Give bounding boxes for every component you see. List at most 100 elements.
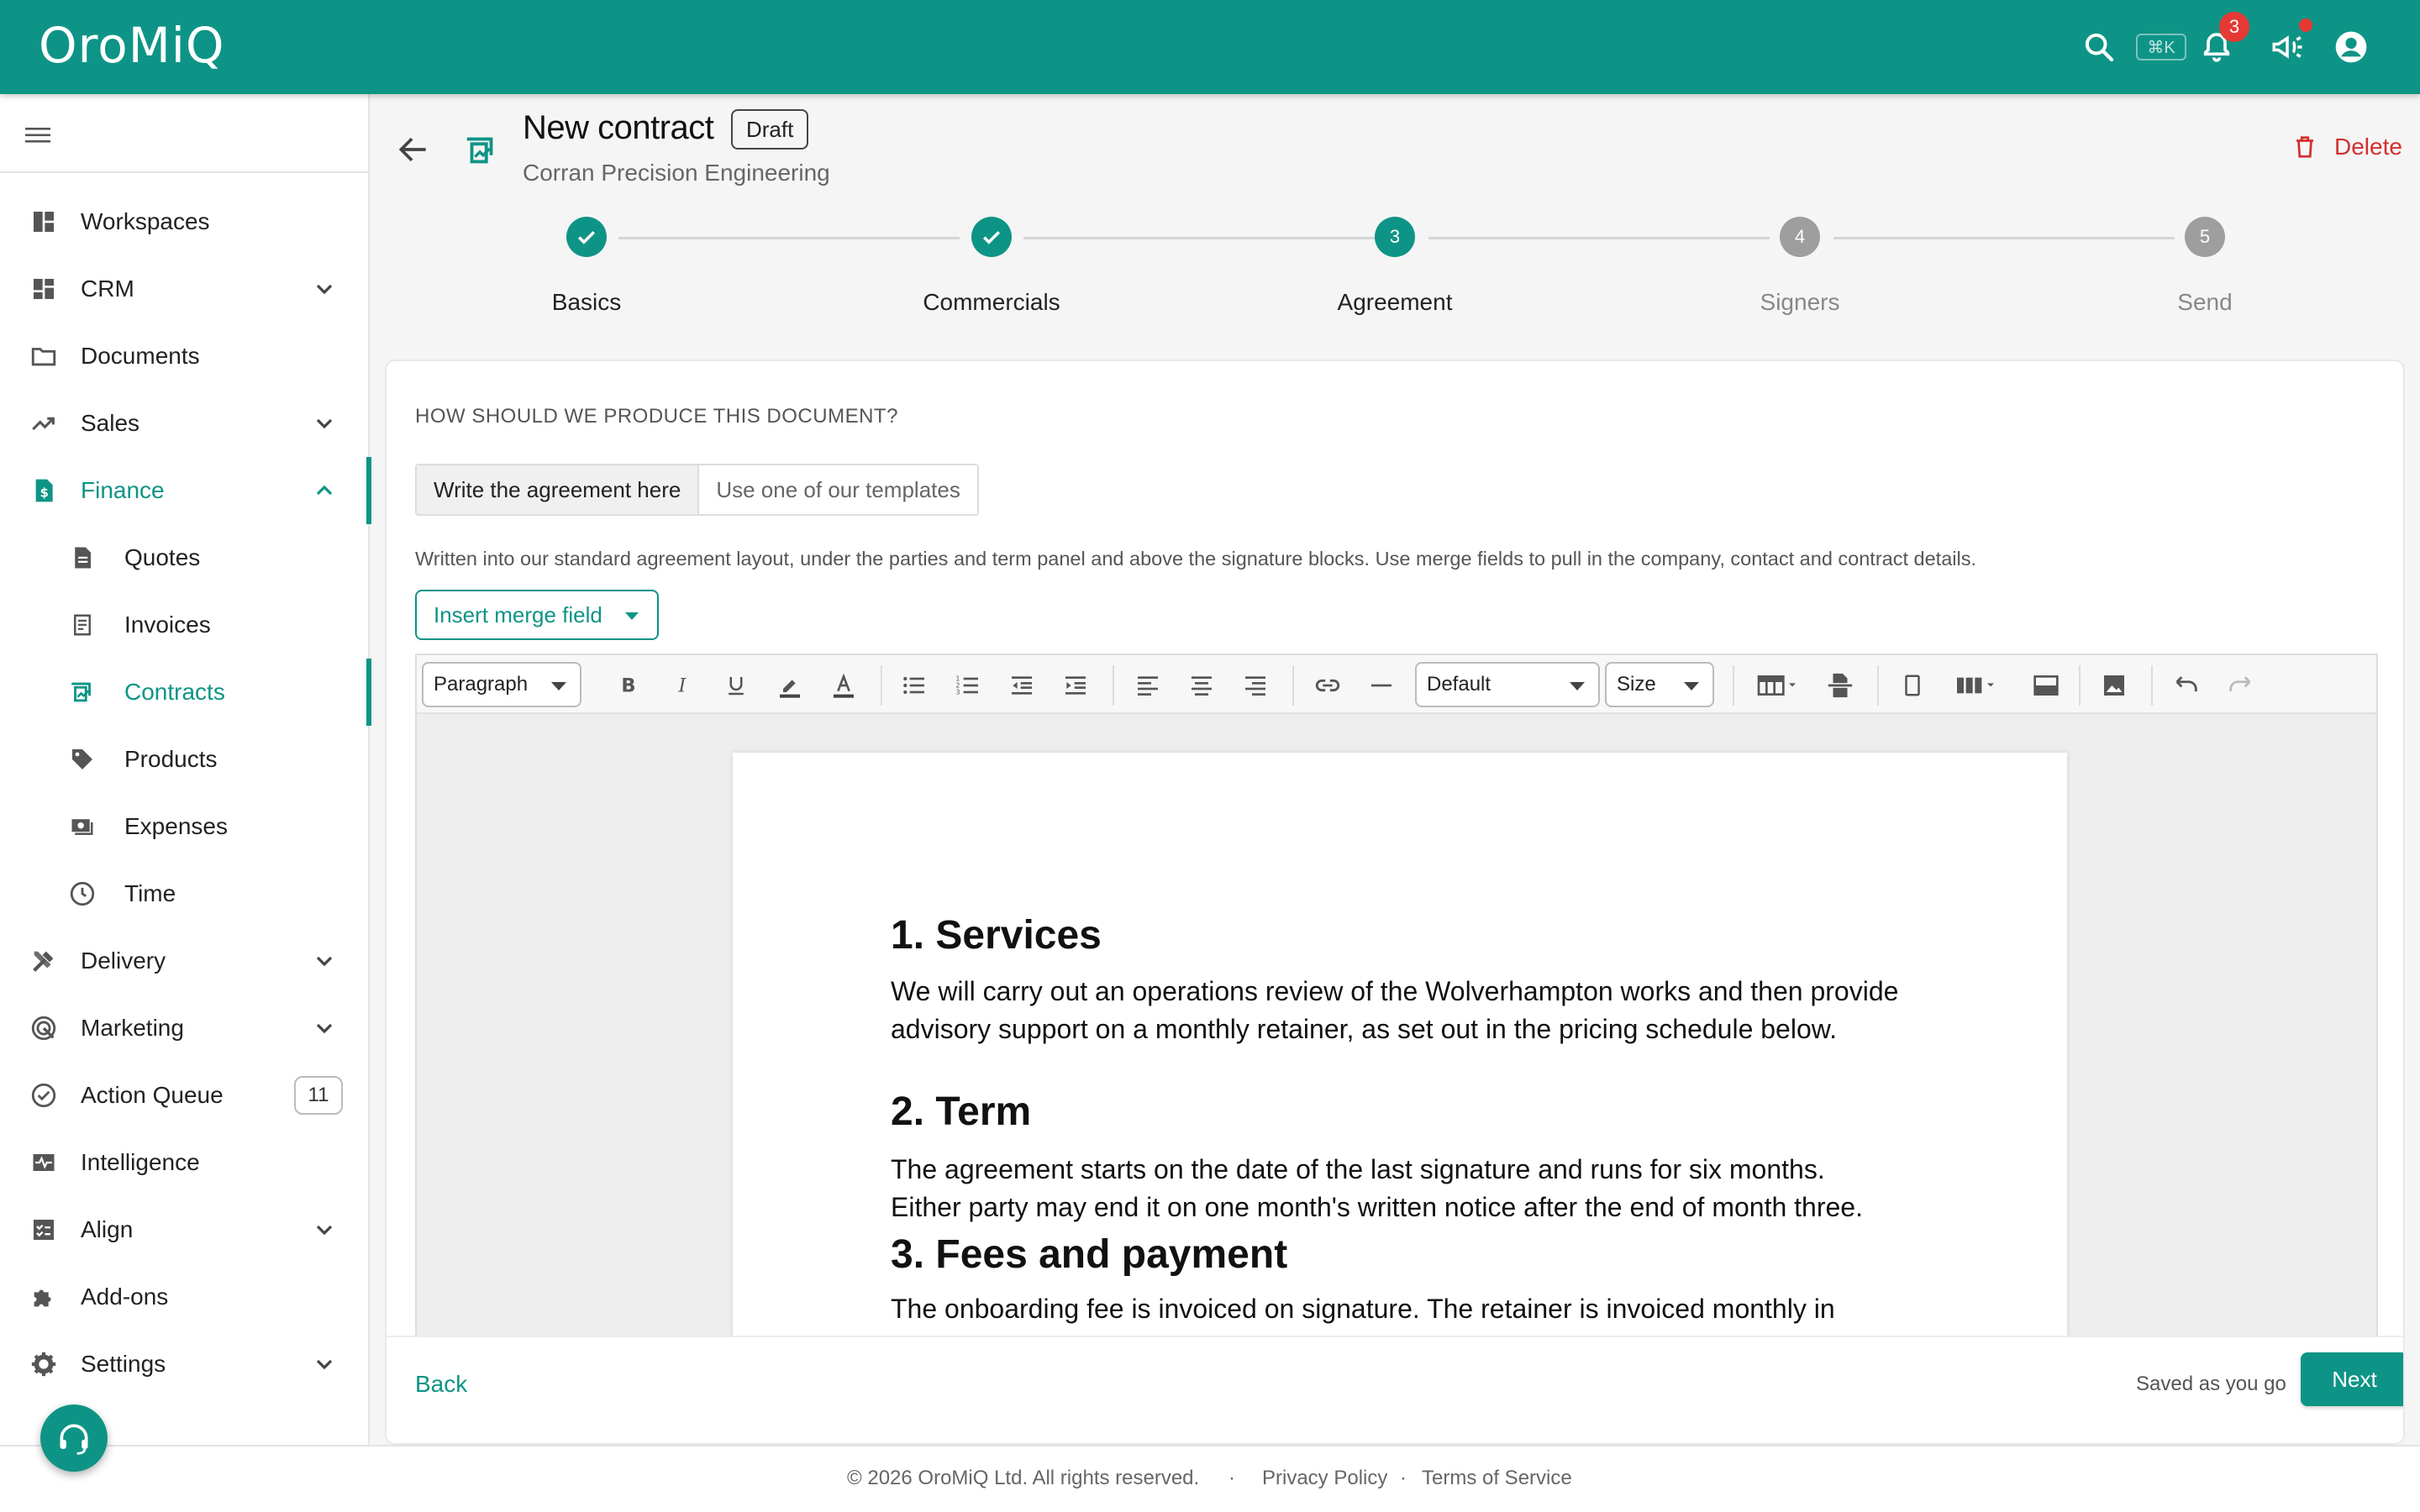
footer-separator: · xyxy=(1228,1467,1235,1489)
step-connector xyxy=(1023,237,1375,239)
sidebar-item-quotes[interactable]: Quotes xyxy=(0,524,370,591)
sidebar-item-add-ons[interactable]: Add-ons xyxy=(0,1263,370,1331)
footer-layout-icon[interactable] xyxy=(2025,667,2067,704)
sidebar-item-action-queue[interactable]: Action Queue 11 xyxy=(0,1062,370,1129)
font-size-value: Size xyxy=(1617,673,1656,696)
sidebar-item-invoices[interactable]: Invoices xyxy=(0,591,370,659)
search-icon[interactable] xyxy=(2079,27,2119,67)
numbered-list-icon[interactable]: 123 xyxy=(950,667,986,704)
block-format-select[interactable]: Paragraph xyxy=(422,662,581,707)
support-button[interactable] xyxy=(40,1404,108,1472)
sidebar-item-settings[interactable]: Settings xyxy=(0,1331,370,1398)
sidebar-item-align[interactable]: Align xyxy=(0,1196,370,1263)
sidebar-item-products[interactable]: Products xyxy=(0,726,370,793)
page-footer: © 2026 OroMiQ Ltd. All rights reserved. … xyxy=(0,1445,2420,1512)
columns-icon[interactable] xyxy=(1948,667,2007,704)
table-icon[interactable] xyxy=(1749,667,1808,704)
step-basics[interactable] xyxy=(566,217,607,257)
sidebar-item-marketing[interactable]: Marketing xyxy=(0,995,370,1062)
terms-link[interactable]: Terms of Service xyxy=(1422,1467,1572,1490)
agreement-card: HOW SHOULD WE PRODUCE THIS DOCUMENT? Wri… xyxy=(385,360,2405,1445)
bold-icon[interactable]: B xyxy=(610,667,647,704)
delete-button[interactable]: Delete xyxy=(2292,133,2402,161)
sidebar-item-contracts[interactable]: Contracts xyxy=(0,659,371,726)
step-signers[interactable]: 4 xyxy=(1780,217,1820,257)
chevron-down-icon[interactable] xyxy=(311,1216,338,1243)
chevron-down-icon[interactable] xyxy=(311,1351,338,1378)
puzzle-icon xyxy=(29,1282,59,1312)
chevron-down-icon[interactable] xyxy=(311,948,338,974)
document-page[interactable]: 1. Services We will carry out an operati… xyxy=(733,753,2067,1425)
back-arrow-icon[interactable] xyxy=(395,131,432,168)
sidebar-item-workspaces[interactable]: Workspaces xyxy=(0,188,370,255)
caret-down-icon xyxy=(1570,682,1585,690)
back-button[interactable]: Back xyxy=(415,1371,467,1398)
sidebar-item-intelligence[interactable]: Intelligence xyxy=(0,1129,370,1196)
chevron-down-icon[interactable] xyxy=(311,1015,338,1042)
section-heading: 1. Services xyxy=(891,913,1102,958)
sidebar-item-label: Quotes xyxy=(124,544,201,570)
align-center-icon[interactable] xyxy=(1183,667,1220,704)
bullet-list-icon[interactable] xyxy=(896,667,933,704)
option-write-here[interactable]: Write the agreement here xyxy=(417,465,700,514)
tag-icon xyxy=(67,744,97,774)
align-right-icon[interactable] xyxy=(1237,667,1274,704)
horizontal-rule-icon[interactable] xyxy=(1363,667,1400,704)
sidebar-item-label: Finance xyxy=(81,477,165,503)
production-mode-toggle: Write the agreement here Use one of our … xyxy=(415,464,979,516)
image-icon[interactable] xyxy=(2096,667,2133,704)
indent-icon[interactable] xyxy=(1057,667,1094,704)
option-use-template[interactable]: Use one of our templates xyxy=(699,465,977,514)
sidebar-item-finance[interactable]: $ Finance xyxy=(0,457,371,524)
step-send[interactable]: 5 xyxy=(2185,217,2225,257)
chevron-down-icon[interactable] xyxy=(311,276,338,302)
step-agreement[interactable]: 3 xyxy=(1375,217,1415,257)
menu-icon[interactable] xyxy=(24,123,54,148)
shortcut-hint[interactable]: ⌘K xyxy=(2136,34,2186,60)
step-commercials[interactable] xyxy=(971,217,1012,257)
sidebar-item-label: Products xyxy=(124,746,218,772)
redo-icon[interactable] xyxy=(2222,667,2259,704)
finance-icon: $ xyxy=(29,475,59,506)
chevron-down-icon[interactable] xyxy=(311,410,338,437)
sidebar-item-crm[interactable]: CRM xyxy=(0,255,370,323)
font-family-select[interactable]: Default xyxy=(1415,662,1600,707)
next-button[interactable]: Next xyxy=(2301,1352,2403,1406)
page-size-icon[interactable] xyxy=(1894,667,1931,704)
insert-merge-field-button[interactable]: Insert merge field xyxy=(415,590,659,640)
account-icon[interactable] xyxy=(2331,27,2371,67)
font-size-select[interactable]: Size xyxy=(1605,662,1714,707)
text-color-icon[interactable] xyxy=(825,667,862,704)
privacy-link[interactable]: Privacy Policy xyxy=(1262,1467,1387,1490)
underline-icon[interactable] xyxy=(718,667,755,704)
section-body: We will carry out an operations review o… xyxy=(891,976,1899,1044)
footer-separator: · xyxy=(1400,1467,1407,1489)
contract-icon xyxy=(67,677,97,707)
highlight-icon[interactable] xyxy=(771,667,808,704)
italic-icon[interactable]: I xyxy=(664,667,701,704)
toolbar-separator xyxy=(1733,665,1734,706)
undo-icon[interactable] xyxy=(2168,667,2205,704)
sidebar: Workspaces CRM Documents Sales $ Finance… xyxy=(0,94,371,1445)
app-logo[interactable]: OroMiQ xyxy=(39,17,225,74)
section-body: The onboarding fee is invoiced on signat… xyxy=(891,1294,1835,1324)
action-queue-count: 11 xyxy=(294,1076,343,1115)
page-break-icon[interactable] xyxy=(1822,667,1859,704)
outdent-icon[interactable] xyxy=(1003,667,1040,704)
align-left-icon[interactable] xyxy=(1129,667,1166,704)
headset-icon xyxy=(60,1424,88,1455)
sidebar-item-delivery[interactable]: Delivery xyxy=(0,927,370,995)
chevron-up-icon[interactable] xyxy=(311,477,338,504)
sidebar-item-documents[interactable]: Documents xyxy=(0,323,370,390)
section-heading: 3. Fees and payment xyxy=(891,1232,1288,1277)
sidebar-item-time[interactable]: Time xyxy=(0,860,370,927)
step-connector xyxy=(1833,237,2175,239)
sidebar-item-sales[interactable]: Sales xyxy=(0,390,370,457)
editor-toolbar: Paragraph B I 123 Default Size xyxy=(417,655,2376,714)
grid-icon xyxy=(29,274,59,304)
sidebar-item-label: Intelligence xyxy=(81,1149,200,1175)
toolbar-separator xyxy=(1113,665,1114,706)
sidebar-item-expenses[interactable]: Expenses xyxy=(0,793,370,860)
megaphone-icon[interactable] xyxy=(2267,27,2307,67)
link-icon[interactable] xyxy=(1309,667,1346,704)
